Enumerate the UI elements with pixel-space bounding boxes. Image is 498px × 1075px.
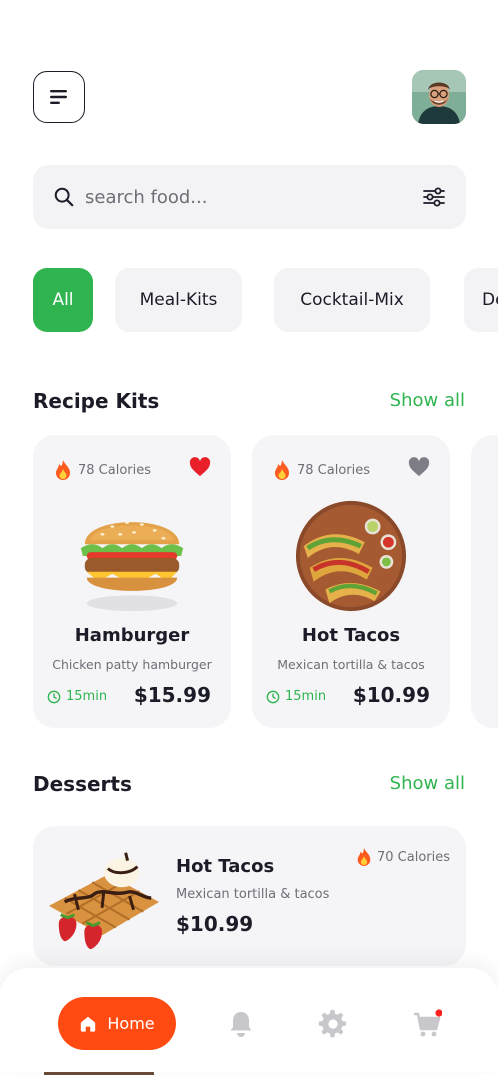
waffle-image: [48, 852, 160, 950]
menu-icon: [50, 90, 67, 104]
settings-gear-icon[interactable]: [318, 1009, 348, 1039]
home-nav-label: Home: [107, 1014, 155, 1033]
cart-icon[interactable]: [412, 1009, 442, 1039]
category-chip-desserts[interactable]: De: [464, 268, 498, 332]
prep-time: 15min: [285, 689, 327, 704]
prep-time: 15min: [66, 689, 108, 704]
section-title-recipe-kits: Recipe Kits: [33, 389, 160, 413]
search-input[interactable]: [85, 186, 422, 208]
show-all-desserts-link[interactable]: Show all: [390, 773, 465, 794]
recipe-card-hot-tacos[interactable]: 78 Calories Hot Tacos Mexican tortilla &…: [252, 435, 450, 728]
category-chips: All Meal-Kits Cocktail-Mix De: [33, 268, 498, 332]
calories-label: 78 Calories: [297, 462, 371, 478]
flame-icon: [275, 460, 289, 480]
recipe-description: Mexican tortilla & tacos: [277, 657, 425, 672]
recipe-description: Chicken patty hamburger: [52, 657, 212, 672]
section-title-desserts: Desserts: [33, 772, 132, 796]
clock-icon: [47, 690, 61, 703]
category-chip-meal-kits[interactable]: Meal-Kits: [115, 268, 242, 332]
flame-icon: [357, 848, 371, 866]
dessert-description: Mexican tortilla & tacos: [176, 887, 330, 902]
user-avatar[interactable]: [412, 70, 466, 124]
category-chip-cocktail-mix[interactable]: Cocktail-Mix: [274, 268, 430, 332]
dessert-card[interactable]: Hot Tacos Mexican tortilla & tacos $10.9…: [33, 826, 466, 966]
recipe-price: $10.99: [352, 683, 430, 707]
category-chip-all[interactable]: All: [33, 268, 93, 332]
clock-icon: [266, 690, 280, 703]
bottom-navigation: Home: [0, 968, 498, 1072]
search-bar: [33, 165, 466, 229]
filter-sliders-icon[interactable]: [422, 185, 446, 209]
recipe-name: Hot Tacos: [301, 625, 401, 646]
recipe-card-partial[interactable]: [471, 435, 498, 728]
heart-icon[interactable]: [408, 457, 430, 477]
hamburger-image: [80, 521, 184, 612]
menu-button[interactable]: [33, 71, 85, 123]
recipe-price: $15.99: [133, 683, 211, 707]
home-nav-button[interactable]: Home: [58, 997, 176, 1050]
recipe-card-hamburger[interactable]: 78 Calories Hamburger Chicken patty hamb…: [33, 435, 231, 728]
calories-label: 70 Calories: [376, 849, 450, 865]
show-all-recipe-kits-link[interactable]: Show all: [390, 390, 465, 411]
tacos-image: [295, 500, 407, 612]
search-icon: [54, 187, 74, 207]
dessert-price: $10.99: [176, 912, 254, 936]
heart-icon[interactable]: [189, 457, 211, 477]
dessert-name: Hot Tacos: [176, 856, 275, 877]
bell-icon[interactable]: [226, 1009, 256, 1039]
flame-icon: [56, 460, 70, 480]
recipe-name: Hamburger: [74, 625, 190, 646]
home-icon: [81, 1016, 96, 1032]
cart-badge: [435, 1009, 442, 1017]
calories-label: 78 Calories: [78, 462, 152, 478]
